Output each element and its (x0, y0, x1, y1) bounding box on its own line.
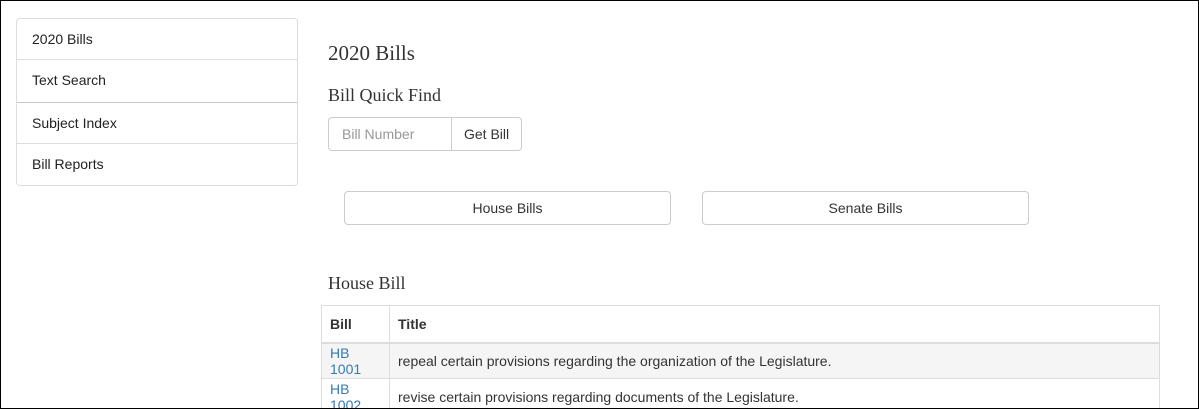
table-row: HB 1001 repeal certain provisions regard… (321, 342, 1160, 379)
bill-cell: HB 1002 (321, 378, 390, 409)
column-header-bill: Bill (321, 305, 390, 344)
house-bills-button[interactable]: House Bills (344, 191, 671, 225)
bills-table: Bill Title HB 1001 repeal certain provis… (321, 305, 1160, 409)
senate-bills-button[interactable]: Senate Bills (702, 191, 1029, 225)
table-row: HB 1002 revise certain provisions regard… (321, 378, 1160, 409)
get-bill-button[interactable]: Get Bill (451, 117, 523, 151)
bill-number-input[interactable] (328, 117, 451, 151)
quick-find-group: Get Bill (328, 117, 523, 151)
sidebar-item-subject-index[interactable]: Subject Index (17, 103, 297, 144)
bill-link[interactable]: HB 1001 (330, 345, 361, 377)
sidebar-item-bill-reports[interactable]: Bill Reports (17, 144, 297, 185)
sidebar-nav: 2020 Bills Text Search Subject Index Bil… (16, 18, 298, 186)
column-header-title: Title (389, 305, 1160, 344)
sidebar-item-text-search[interactable]: Text Search (17, 60, 297, 103)
page-title: 2020 Bills (328, 41, 415, 65)
sidebar-item-2020-bills[interactable]: 2020 Bills (17, 19, 297, 60)
page-frame: 2020 Bills Text Search Subject Index Bil… (0, 0, 1199, 409)
table-header-row: Bill Title (321, 305, 1160, 344)
title-cell: repeal certain provisions regarding the … (389, 342, 1160, 379)
quick-find-heading: Bill Quick Find (328, 85, 442, 105)
bill-link[interactable]: HB 1002 (330, 381, 361, 409)
bill-cell: HB 1001 (321, 342, 390, 379)
section-heading: House Bill (328, 273, 406, 293)
title-cell: revise certain provisions regarding docu… (389, 378, 1160, 408)
